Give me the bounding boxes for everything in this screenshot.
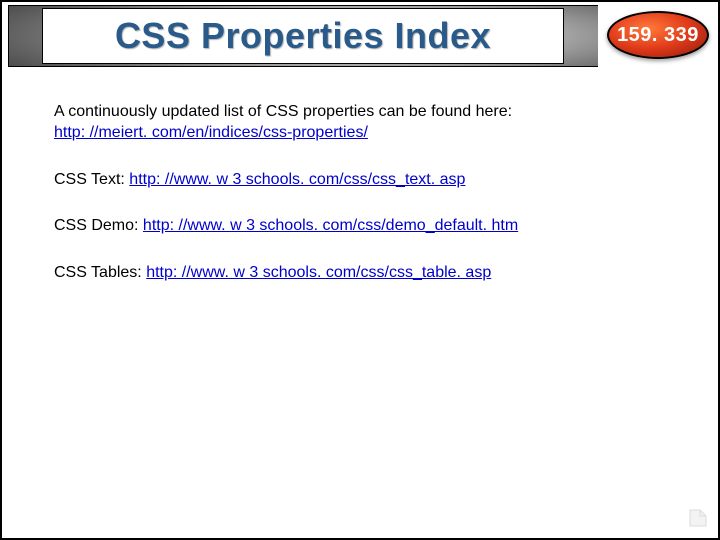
link-item-2: CSS Tables: http: //www. w 3 schools. co… xyxy=(54,263,658,284)
link-url[interactable]: http: //www. w 3 schools. com/css/css_te… xyxy=(129,171,465,188)
content-area: A continuously updated list of CSS prope… xyxy=(54,102,658,310)
intro-link[interactable]: http: //meiert. com/en/indices/css-prope… xyxy=(54,124,368,141)
slide-title: CSS Properties Index xyxy=(115,15,491,57)
page-curl-icon xyxy=(688,508,708,528)
title-box: CSS Properties Index xyxy=(42,8,564,64)
link-url[interactable]: http: //www. w 3 schools. com/css/demo_d… xyxy=(143,217,518,234)
link-item-1: CSS Demo: http: //www. w 3 schools. com/… xyxy=(54,216,658,237)
slide-number-badge: 159. 339 xyxy=(607,11,709,59)
link-label: CSS Demo: xyxy=(54,217,143,234)
link-item-0: CSS Text: http: //www. w 3 schools. com/… xyxy=(54,170,658,191)
badge-box: 159. 339 xyxy=(598,2,718,68)
link-label: CSS Tables: xyxy=(54,264,146,281)
slide-number: 159. 339 xyxy=(617,24,699,47)
intro-text: A continuously updated list of CSS prope… xyxy=(54,103,512,120)
slide: CSS Properties Index 159. 339 A continuo… xyxy=(0,0,720,540)
link-label: CSS Text: xyxy=(54,171,129,188)
link-url[interactable]: http: //www. w 3 schools. com/css/css_ta… xyxy=(146,264,491,281)
intro-paragraph: A continuously updated list of CSS prope… xyxy=(54,102,658,144)
